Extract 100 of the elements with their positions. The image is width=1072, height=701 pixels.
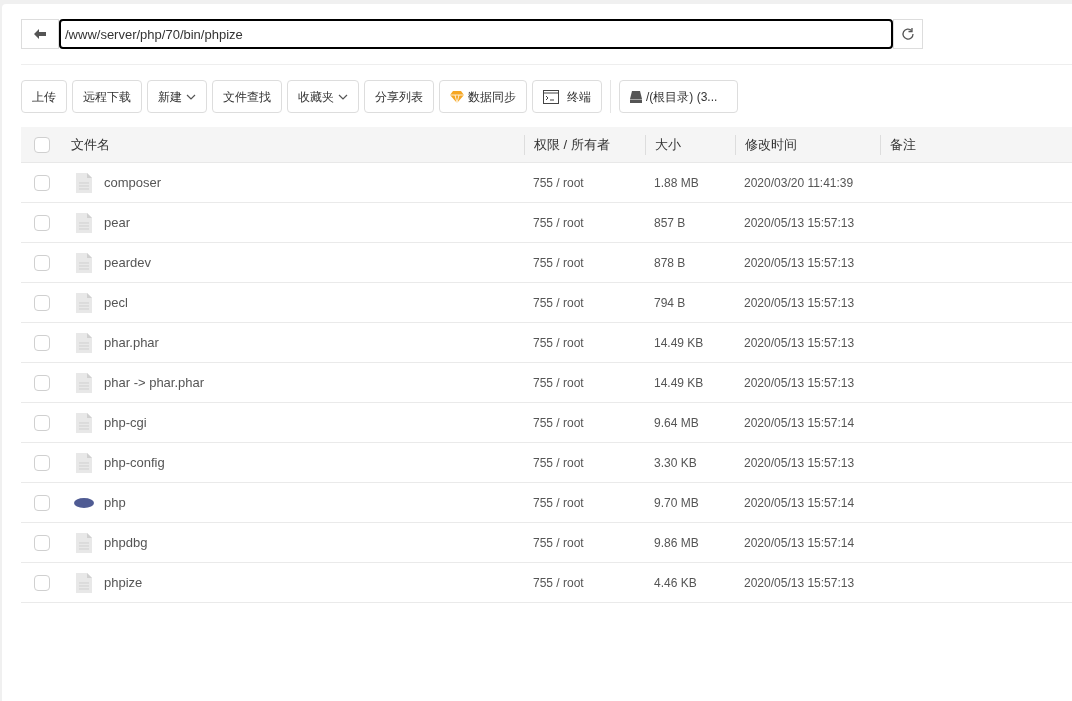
- file-name[interactable]: pecl: [104, 292, 128, 313]
- file-row[interactable]: php-config 755 / root 3.30 KB 2020/05/13 15:57:13: [21, 443, 1072, 483]
- file-name[interactable]: phpdbg: [104, 532, 148, 553]
- checkbox[interactable]: [34, 414, 50, 431]
- file-icon: [76, 452, 92, 473]
- column-header: 备注: [890, 135, 916, 154]
- checkbox[interactable]: [34, 334, 50, 351]
- file-name[interactable]: phar -> phar.phar: [104, 372, 205, 393]
- arrow-left-icon: [34, 29, 46, 39]
- size-text: 4.46 KB: [654, 575, 697, 590]
- permission-text: 755 / root: [533, 215, 584, 230]
- modified-time: 2020/05/13 15:57:13: [744, 215, 855, 230]
- file-name[interactable]: peardev: [104, 252, 151, 273]
- size-text: 878 B: [654, 255, 686, 270]
- file-row[interactable]: pear 755 / root 857 B 2020/05/13 15:57:13: [21, 203, 1072, 243]
- size-text: 9.64 MB: [654, 415, 699, 430]
- chevron-down-icon: [186, 93, 196, 100]
- checkbox[interactable]: [34, 454, 50, 471]
- file-row[interactable]: phpdbg 755 / root 9.86 MB 2020/05/13 15:57:14: [21, 523, 1072, 563]
- modified-time: 2020/05/13 15:57:14: [744, 495, 855, 510]
- checkbox[interactable]: [34, 574, 50, 591]
- file-icon: [76, 172, 92, 193]
- file-row[interactable]: pecl 755 / root 794 B 2020/05/13 15:57:13: [21, 283, 1072, 323]
- file-row[interactable]: php 755 / root 9.70 MB 2020/05/13 15:57:14: [21, 483, 1072, 523]
- toolbar-button[interactable]: 数据同步: [439, 80, 527, 113]
- file-name[interactable]: pear: [104, 212, 131, 233]
- diamond-icon: [450, 90, 464, 103]
- checkbox[interactable]: [34, 534, 50, 551]
- back-button[interactable]: [21, 19, 59, 49]
- column-header: 大小: [655, 135, 681, 154]
- file-icon: [76, 332, 92, 353]
- column-header: 权限 / 所有者: [534, 135, 610, 154]
- modified-time: 2020/05/13 15:57:14: [744, 535, 855, 550]
- modified-time: 2020/05/13 15:57:13: [744, 375, 855, 390]
- size-text: 14.49 KB: [654, 375, 704, 390]
- modified-time: 2020/05/13 15:57:14: [744, 415, 855, 430]
- file-icon: [76, 372, 92, 393]
- hard-drive-icon: [630, 90, 642, 103]
- permission-text: 755 / root: [533, 575, 584, 590]
- permission-text: 755 / root: [533, 255, 584, 270]
- file-icon: [76, 292, 92, 313]
- permission-text: 755 / root: [533, 535, 584, 550]
- checkbox[interactable]: [34, 136, 50, 153]
- file-name[interactable]: phpize: [104, 572, 143, 593]
- size-text: 14.49 KB: [654, 335, 704, 350]
- chevron-down-icon: [338, 93, 348, 100]
- column-header: 文件名: [71, 135, 110, 154]
- file-row[interactable]: peardev 755 / root 878 B 2020/05/13 15:57:13: [21, 243, 1072, 283]
- file-name[interactable]: php-cgi: [104, 412, 147, 433]
- toolbar-button[interactable]: 文件查找: [212, 80, 282, 113]
- modified-time: 2020/05/13 15:57:13: [744, 575, 855, 590]
- file-icon: [76, 212, 92, 233]
- column-header: 修改时间: [745, 135, 797, 154]
- checkbox[interactable]: [34, 374, 50, 391]
- permission-text: 755 / root: [533, 495, 584, 510]
- size-text: 3.30 KB: [654, 455, 697, 470]
- permission-text: 755 / root: [533, 375, 584, 390]
- php-logo-icon: [74, 497, 94, 508]
- modified-time: 2020/05/13 15:57:13: [744, 455, 855, 470]
- file-icon: [76, 412, 92, 433]
- permission-text: 755 / root: [533, 335, 584, 350]
- checkbox[interactable]: [34, 494, 50, 511]
- permission-text: 755 / root: [533, 455, 584, 470]
- file-icon: [76, 572, 92, 593]
- toolbar-button[interactable]: 终端: [532, 80, 602, 113]
- modified-time: 2020/05/13 15:57:13: [744, 255, 855, 270]
- permission-text: 755 / root: [533, 295, 584, 310]
- permission-text: 755 / root: [533, 415, 584, 430]
- toolbar-button[interactable]: 新建: [147, 80, 207, 113]
- file-name[interactable]: phar.phar: [104, 332, 159, 353]
- file-name[interactable]: php: [104, 492, 126, 513]
- checkbox[interactable]: [34, 294, 50, 311]
- size-text: 1.88 MB: [654, 175, 699, 190]
- refresh-button[interactable]: [893, 19, 923, 49]
- toolbar-button[interactable]: 远程下载: [72, 80, 142, 113]
- checkbox[interactable]: [34, 174, 50, 191]
- toolbar-button[interactable]: /(根目录) (3...: [619, 80, 738, 113]
- permission-text: 755 / root: [533, 175, 584, 190]
- size-text: 9.86 MB: [654, 535, 699, 550]
- size-text: 857 B: [654, 215, 686, 230]
- modified-time: 2020/03/20 11:41:39: [744, 175, 854, 190]
- file-row[interactable]: phar -> phar.phar 755 / root 14.49 KB 2020/05/13 15:57:13: [21, 363, 1072, 403]
- refresh-icon: [901, 27, 915, 41]
- checkbox[interactable]: [34, 214, 50, 231]
- file-icon: [76, 252, 92, 273]
- file-row[interactable]: phar.phar 755 / root 14.49 KB 2020/05/13 15:57:13: [21, 323, 1072, 363]
- modified-time: 2020/05/13 15:57:13: [744, 295, 855, 310]
- file-name[interactable]: composer: [104, 172, 162, 193]
- checkbox[interactable]: [34, 254, 50, 271]
- toolbar-button[interactable]: 分享列表: [364, 80, 434, 113]
- size-text: 794 B: [654, 295, 686, 310]
- file-icon: [76, 532, 92, 553]
- file-row[interactable]: composer 755 / root 1.88 MB 2020/03/20 11:41:39: [21, 163, 1072, 203]
- toolbar-button[interactable]: 上传: [21, 80, 67, 113]
- path-input[interactable]: /www/server/php/70/bin/phpize: [59, 19, 893, 49]
- toolbar-button[interactable]: 收藏夹: [287, 80, 359, 113]
- size-text: 9.70 MB: [654, 495, 699, 510]
- file-name[interactable]: php-config: [104, 452, 165, 473]
- file-row[interactable]: phpize 755 / root 4.46 KB 2020/05/13 15:57:13: [21, 563, 1072, 603]
- file-row[interactable]: php-cgi 755 / root 9.64 MB 2020/05/13 15:57:14: [21, 403, 1072, 443]
